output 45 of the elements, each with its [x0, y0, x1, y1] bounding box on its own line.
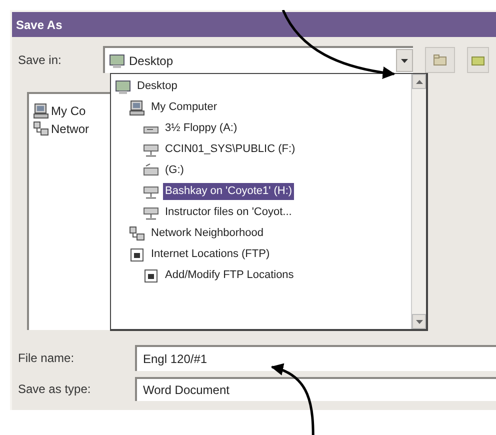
file-name-field[interactable]: Engl 120/#1	[135, 345, 496, 371]
desktop-icon	[115, 78, 131, 94]
scroll-bar[interactable]	[411, 74, 426, 329]
location-value: Desktop	[129, 52, 174, 70]
ftp-icon	[129, 246, 145, 262]
location-item[interactable]: Internet Locations (FTP)	[149, 246, 272, 263]
up-arrow-icon	[416, 80, 422, 84]
network-drive-icon	[143, 184, 159, 200]
folder-icon	[433, 54, 447, 66]
folder-icon	[471, 54, 485, 66]
network-icon	[33, 121, 49, 137]
down-arrow-icon	[416, 320, 422, 324]
dropdown-button[interactable]	[396, 49, 413, 72]
file-list-item[interactable]: Networ	[51, 120, 90, 138]
location-combo-box[interactable]: Desktop	[103, 46, 413, 73]
save-as-type-combo-box[interactable]: Word Document	[135, 377, 496, 401]
file-name-label: File name:	[17, 350, 76, 367]
location-item[interactable]: 3½ Floppy (A:)	[163, 120, 240, 137]
location-item[interactable]: CCIN01_SYS\PUBLIC (F:)	[163, 141, 298, 158]
caret-icon	[401, 58, 408, 62]
toolbar-button[interactable]	[467, 46, 489, 72]
computer-icon	[33, 103, 49, 119]
save-in-label: Save in:	[17, 52, 62, 68]
location-item[interactable]: My Computer	[149, 99, 220, 116]
ftp-icon	[143, 268, 159, 284]
scroll-up-button[interactable]	[412, 74, 426, 89]
network-drive-icon	[143, 142, 159, 158]
save-as-type-value: Word Document	[143, 382, 230, 399]
network-drive-icon	[143, 204, 159, 220]
file-list-item[interactable]: My Co	[51, 102, 86, 120]
window-title: Save As	[16, 16, 62, 34]
location-item[interactable]: Add/Modify FTP Locations	[163, 267, 296, 284]
location-item[interactable]: Instructor files on 'Coyot...	[163, 204, 294, 221]
save-as-type-label: Save as type:	[17, 381, 92, 398]
location-item[interactable]: Desktop	[135, 78, 180, 95]
network-icon	[129, 226, 145, 242]
drive-icon	[143, 162, 159, 178]
location-item[interactable]: Bashkay on 'Coyote1' (H:)	[163, 183, 294, 200]
annotation-arrow	[270, 364, 314, 435]
computer-icon	[129, 100, 145, 116]
up-folder-button[interactable]	[425, 46, 455, 72]
desktop-icon	[109, 52, 125, 68]
location-item[interactable]: (G:)	[163, 162, 186, 179]
location-item[interactable]: Network Neighborhood	[149, 225, 266, 242]
scroll-down-button[interactable]	[412, 314, 426, 329]
